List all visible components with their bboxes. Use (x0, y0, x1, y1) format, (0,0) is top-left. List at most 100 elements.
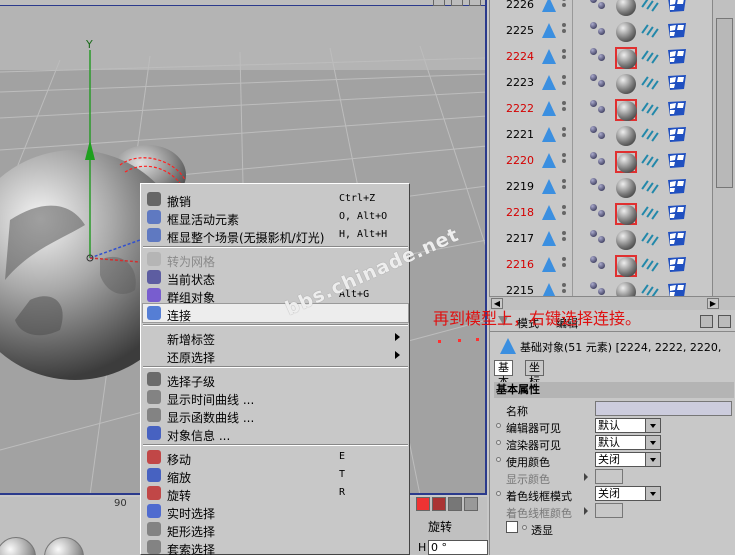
key-icon[interactable] (432, 497, 446, 511)
dropdown-arrow-icon[interactable] (645, 453, 660, 466)
phong-tag-icon[interactable] (590, 0, 608, 14)
material-tag-icon[interactable] (615, 203, 637, 225)
object-name[interactable]: 2221 (494, 128, 534, 141)
timeline-icon[interactable] (464, 497, 478, 511)
selection-tag-icon[interactable] (666, 177, 688, 197)
tab-coord[interactable]: 坐标 (525, 360, 544, 388)
uvw-tag-icon[interactable] (640, 0, 660, 14)
object-list-scrollbar[interactable] (712, 0, 735, 296)
lock-icon[interactable] (700, 315, 713, 328)
visibility-dots-icon[interactable] (562, 101, 566, 117)
selection-tag-icon[interactable] (666, 47, 688, 67)
uvw-tag-icon[interactable] (640, 126, 660, 144)
phong-tag-icon[interactable] (590, 204, 608, 222)
object-name[interactable]: 2220 (494, 154, 534, 167)
h-rotation-field[interactable]: 0 ° (428, 540, 488, 555)
object-name[interactable]: 2215 (494, 284, 534, 296)
menu-item[interactable]: 还原选择 (143, 346, 408, 365)
menu-item[interactable]: 显示时间曲线 ... (143, 388, 408, 407)
dropdown-arrow-icon[interactable] (645, 419, 660, 432)
menu-item[interactable]: 矩形选择 (143, 520, 408, 539)
animation-dot-icon[interactable] (496, 491, 501, 496)
material-tag-icon[interactable] (615, 229, 637, 251)
object-row[interactable]: 2216 (490, 252, 735, 278)
scrollbar-thumb[interactable] (716, 18, 733, 188)
polygon-object-icon[interactable] (542, 127, 556, 142)
polygon-object-icon[interactable] (542, 0, 556, 12)
polygon-object-icon[interactable] (542, 153, 556, 168)
object-name[interactable]: 2224 (494, 50, 534, 63)
material-tag-icon[interactable] (615, 177, 637, 199)
visibility-dots-icon[interactable] (562, 75, 566, 91)
viewport-nav-button[interactable] (451, 0, 463, 6)
render-visible-select[interactable]: 默认 (595, 435, 661, 450)
wire-color-mode-select[interactable]: 关闭 (595, 486, 661, 501)
menu-item[interactable]: 框显整个场景(无摄影机/灯光) H, Alt+H (143, 226, 408, 245)
object-row[interactable]: 2223 (490, 70, 735, 96)
selection-tag-icon[interactable] (666, 125, 688, 145)
polygon-object-icon[interactable] (542, 179, 556, 194)
scroll-right-icon[interactable]: ▶ (707, 298, 719, 309)
material-tag-icon[interactable] (615, 255, 637, 277)
polygon-object-icon[interactable] (542, 75, 556, 90)
selection-tag-icon[interactable] (666, 0, 688, 15)
polygon-object-icon[interactable] (542, 205, 556, 220)
object-name[interactable]: 2217 (494, 232, 534, 245)
polygon-object-icon[interactable] (542, 283, 556, 296)
menu-item[interactable]: 撤销 Ctrl+Z (143, 190, 408, 209)
material-tag-icon[interactable] (615, 47, 637, 69)
expand-arrow-icon[interactable] (584, 507, 588, 515)
phong-tag-icon[interactable] (590, 126, 608, 144)
material-tag-icon[interactable] (615, 0, 637, 17)
object-name[interactable]: 2218 (494, 206, 534, 219)
object-row[interactable]: 2224 (490, 44, 735, 70)
animation-dot-icon[interactable] (496, 423, 501, 428)
object-row[interactable]: 2220 (490, 148, 735, 174)
grid-icon[interactable] (448, 497, 462, 511)
animation-dot-icon[interactable] (496, 440, 501, 445)
menu-item[interactable]: 框显活动元素 O, Alt+O (143, 208, 408, 227)
object-name[interactable]: 2219 (494, 180, 534, 193)
phong-tag-icon[interactable] (590, 282, 608, 296)
uvw-tag-icon[interactable] (640, 100, 660, 118)
visibility-dots-icon[interactable] (562, 257, 566, 273)
viewport-nav-button[interactable] (469, 0, 481, 6)
menu-item[interactable]: 选择子级 (143, 370, 408, 389)
menu-item[interactable]: 显示函数曲线 ... (143, 406, 408, 425)
object-row[interactable]: 2221 (490, 122, 735, 148)
use-color-select[interactable]: 关闭 (595, 452, 661, 467)
polygon-object-icon[interactable] (542, 101, 556, 116)
visibility-dots-icon[interactable] (562, 231, 566, 247)
visibility-dots-icon[interactable] (562, 153, 566, 169)
polygon-object-icon[interactable] (542, 257, 556, 272)
uvw-tag-icon[interactable] (640, 204, 660, 222)
uvw-tag-icon[interactable] (640, 256, 660, 274)
material-tag-icon[interactable] (615, 151, 637, 173)
phong-tag-icon[interactable] (590, 256, 608, 274)
selection-tag-icon[interactable] (666, 281, 688, 296)
object-row[interactable]: 2222 (490, 96, 735, 122)
polygon-object-icon[interactable] (542, 49, 556, 64)
uvw-tag-icon[interactable] (640, 230, 660, 248)
uvw-tag-icon[interactable] (640, 178, 660, 196)
selection-tag-icon[interactable] (666, 203, 688, 223)
object-name[interactable]: 2216 (494, 258, 534, 271)
visibility-dots-icon[interactable] (562, 49, 566, 65)
uvw-tag-icon[interactable] (640, 74, 660, 92)
visibility-dots-icon[interactable] (562, 0, 566, 13)
object-row[interactable]: 2217 (490, 226, 735, 252)
phong-tag-icon[interactable] (590, 22, 608, 40)
selection-tag-icon[interactable] (666, 99, 688, 119)
dropdown-arrow-icon[interactable] (645, 487, 660, 500)
menu-item[interactable]: 实时选择 (143, 502, 408, 521)
selection-tag-icon[interactable] (666, 151, 688, 171)
menu-item[interactable]: 移动 E (143, 448, 408, 467)
menu-item[interactable]: 缩放 T (143, 466, 408, 485)
object-row[interactable]: 2218 (490, 200, 735, 226)
menu-item[interactable]: 旋转 R (143, 484, 408, 503)
polygon-object-icon[interactable] (542, 231, 556, 246)
object-row[interactable]: 2219 (490, 174, 735, 200)
material-tag-icon[interactable] (615, 125, 637, 147)
tab-basic[interactable]: 基本 (494, 360, 513, 388)
visibility-dots-icon[interactable] (562, 205, 566, 221)
